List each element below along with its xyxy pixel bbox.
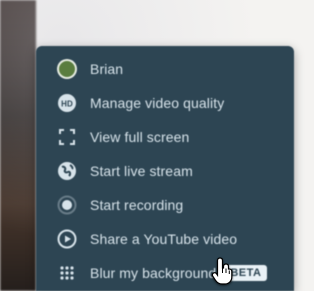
play-circle-icon [54,226,80,252]
menu-item-label: Blur my background [90,265,217,281]
menu-item-start-recording[interactable]: Start recording [36,188,294,222]
svg-text:HD: HD [61,100,73,109]
menu-item-label: Start recording [90,197,184,213]
menu-item-view-full-screen[interactable]: View full screen [36,120,294,154]
menu-item-label: Manage video quality [90,95,225,111]
menu-item-label: Share a YouTube video [90,231,238,247]
menu-item-label: View full screen [90,129,190,145]
menu-item-start-live-stream[interactable]: Start live stream [36,154,294,188]
menu-item-label: Brian [90,61,124,77]
menu-item-manage-video-quality[interactable]: HD Manage video quality [36,86,294,120]
avatar-icon [54,56,80,82]
avatar [57,59,77,79]
menu-item-user[interactable]: Brian [36,52,294,86]
hd-icon: HD [54,90,80,116]
menu-item-label: Start live stream [90,163,193,179]
fullscreen-icon [54,124,80,150]
video-background [0,0,36,291]
blur-grid-icon [54,260,80,286]
screenshot-scene: Brian HD Manage video quality View full … [0,0,314,291]
beta-badge: BETA [224,265,268,281]
menu-item-share-youtube-video[interactable]: Share a YouTube video [36,222,294,256]
menu-item-blur-my-background[interactable]: Blur my background BETA [36,256,294,290]
globe-icon [54,158,80,184]
options-menu: Brian HD Manage video quality View full … [36,46,294,291]
record-dot-icon [54,192,80,218]
